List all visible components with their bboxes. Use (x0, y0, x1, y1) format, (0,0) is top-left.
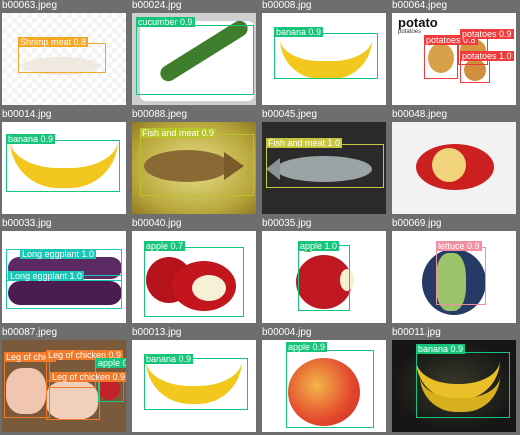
detection-label: banana 0.9 (6, 134, 56, 144)
detection-box (298, 245, 350, 311)
detection-box (144, 247, 244, 317)
image-tile[interactable]: b00011.jpg banana 0.9 (390, 327, 518, 434)
thumbnail: banana 0.9 (392, 340, 516, 432)
thumbnail: banana 0.9 (262, 13, 386, 105)
detection-label: apple 1.0 (298, 241, 340, 251)
image-tile[interactable]: b00013.jpg banana 0.9 (130, 327, 258, 434)
detection-label: cucumber 0.9 (136, 17, 195, 27)
thumbnail: cucumber 0.9 (132, 13, 256, 105)
file-name: b00064.jpeg (392, 0, 448, 11)
file-name: b00011.jpg (392, 327, 441, 338)
image-tile[interactable]: b00069.jpg lettuce 0.9 (390, 218, 518, 325)
image-tile[interactable]: b00004.jpg apple 0.9 (260, 327, 388, 434)
image-tile[interactable]: b00045.jpeg Fish and meat 1.0 (260, 109, 388, 216)
file-name: b00088.jpeg (132, 109, 188, 120)
detection-box (136, 25, 254, 95)
image-tile[interactable]: b00040.jpg apple 0.7 (130, 218, 258, 325)
detection-label: lettuce 0.9 (436, 241, 482, 251)
thumbnail: banana 0.9 (2, 122, 126, 214)
detection-label: banana 0.9 (274, 27, 324, 37)
thumbnail: Long eggplant 1.0 Long eggplant 1.0 (2, 231, 126, 323)
thumbnail: apple 0.7 (132, 231, 256, 323)
thumbnail: banana 0.9 (132, 340, 256, 432)
thumbnail: apple 0.9 (262, 340, 386, 432)
detection-box (6, 140, 120, 192)
image-tile[interactable]: b00048.jpeg (390, 109, 518, 216)
page-subheading: potatoes (398, 29, 422, 35)
thumbnail: Fish and meat 0.9 (132, 122, 256, 214)
file-name: b00087.jpeg (2, 327, 58, 338)
file-name: b00033.jpg (2, 218, 52, 229)
thumbnail: Fish and meat 1.0 (262, 122, 386, 214)
page-heading: potato (398, 15, 438, 30)
detection-box (274, 33, 378, 79)
potato-image (432, 148, 466, 182)
file-name: b00045.jpeg (262, 109, 318, 120)
file-name: b00013.jpg (132, 327, 182, 338)
image-tile[interactable]: b00014.jpg banana 0.9 (0, 109, 128, 216)
detection-label: Fish and meat 1.0 (266, 138, 343, 148)
detection-label: banana 0.9 (416, 344, 466, 354)
detection-box (436, 247, 486, 305)
detection-label: banana 0.9 (144, 354, 194, 364)
file-name: b00014.jpg (2, 109, 52, 120)
thumbnail: lettuce 0.9 (392, 231, 516, 323)
detection-box (286, 350, 374, 428)
image-tile[interactable]: b00035.jpg apple 1.0 (260, 218, 388, 325)
detection-label: Long eggplant 1.0 (8, 271, 85, 281)
thumbnail: Leg of chick Leg of chicken 0.9 Leg of c… (2, 340, 126, 432)
detection-label: Fish and meat 0.9 (140, 128, 217, 138)
thumbnail: Shrimp meat 0.8 (2, 13, 126, 105)
image-tile[interactable]: b00063.jpeg Shrimp meat 0.8 (0, 0, 128, 107)
file-name: b00035.jpg (262, 218, 312, 229)
detection-box (140, 134, 254, 196)
image-tile[interactable]: b00087.jpeg Leg of chick Leg of chicken … (0, 327, 128, 434)
detection-label: Leg of chicken 0.9 (50, 372, 126, 382)
detection-box (46, 380, 100, 420)
thumbnail: apple 1.0 (262, 231, 386, 323)
thumbnail: potato potatoes potatoes 0.8 potatoes 0.… (392, 13, 516, 105)
detection-label: apple 0.7 (144, 241, 186, 251)
image-tile[interactable]: b00024.jpg cucumber 0.9 (130, 0, 258, 107)
image-tile[interactable]: b00064.jpeg potato potatoes potatoes 0.8… (390, 0, 518, 107)
thumbnail (392, 122, 516, 214)
file-name: b00008.jpg (262, 0, 312, 11)
detection-label: apple 0.3 (96, 358, 126, 368)
detection-box (18, 43, 106, 73)
detection-label: Long eggplant 1.0 (20, 249, 97, 259)
file-name: b00069.jpg (392, 218, 442, 229)
detection-box (4, 358, 50, 418)
file-name: b00004.jpg (262, 327, 312, 338)
detection-box (266, 144, 384, 188)
detection-box (416, 352, 510, 418)
detection-label: Shrimp meat 0.8 (18, 37, 89, 47)
image-tile[interactable]: b00088.jpeg Fish and meat 0.9 (130, 109, 258, 216)
detection-label: potatoes 0.9 (460, 29, 514, 39)
detection-box (144, 358, 248, 410)
file-name: b00040.jpg (132, 218, 182, 229)
file-name: b00048.jpeg (392, 109, 448, 120)
file-name: b00024.jpg (132, 0, 182, 11)
detection-label: potatoes 1.0 (460, 51, 514, 61)
image-tile[interactable]: b00033.jpg Long eggplant 1.0 Long eggpla… (0, 218, 128, 325)
image-tile[interactable]: b00008.jpg banana 0.9 (260, 0, 388, 107)
image-grid: b00063.jpeg Shrimp meat 0.8 b00024.jpg c… (0, 0, 520, 435)
file-name: b00063.jpeg (2, 0, 58, 11)
detection-label: apple 0.9 (286, 342, 328, 352)
